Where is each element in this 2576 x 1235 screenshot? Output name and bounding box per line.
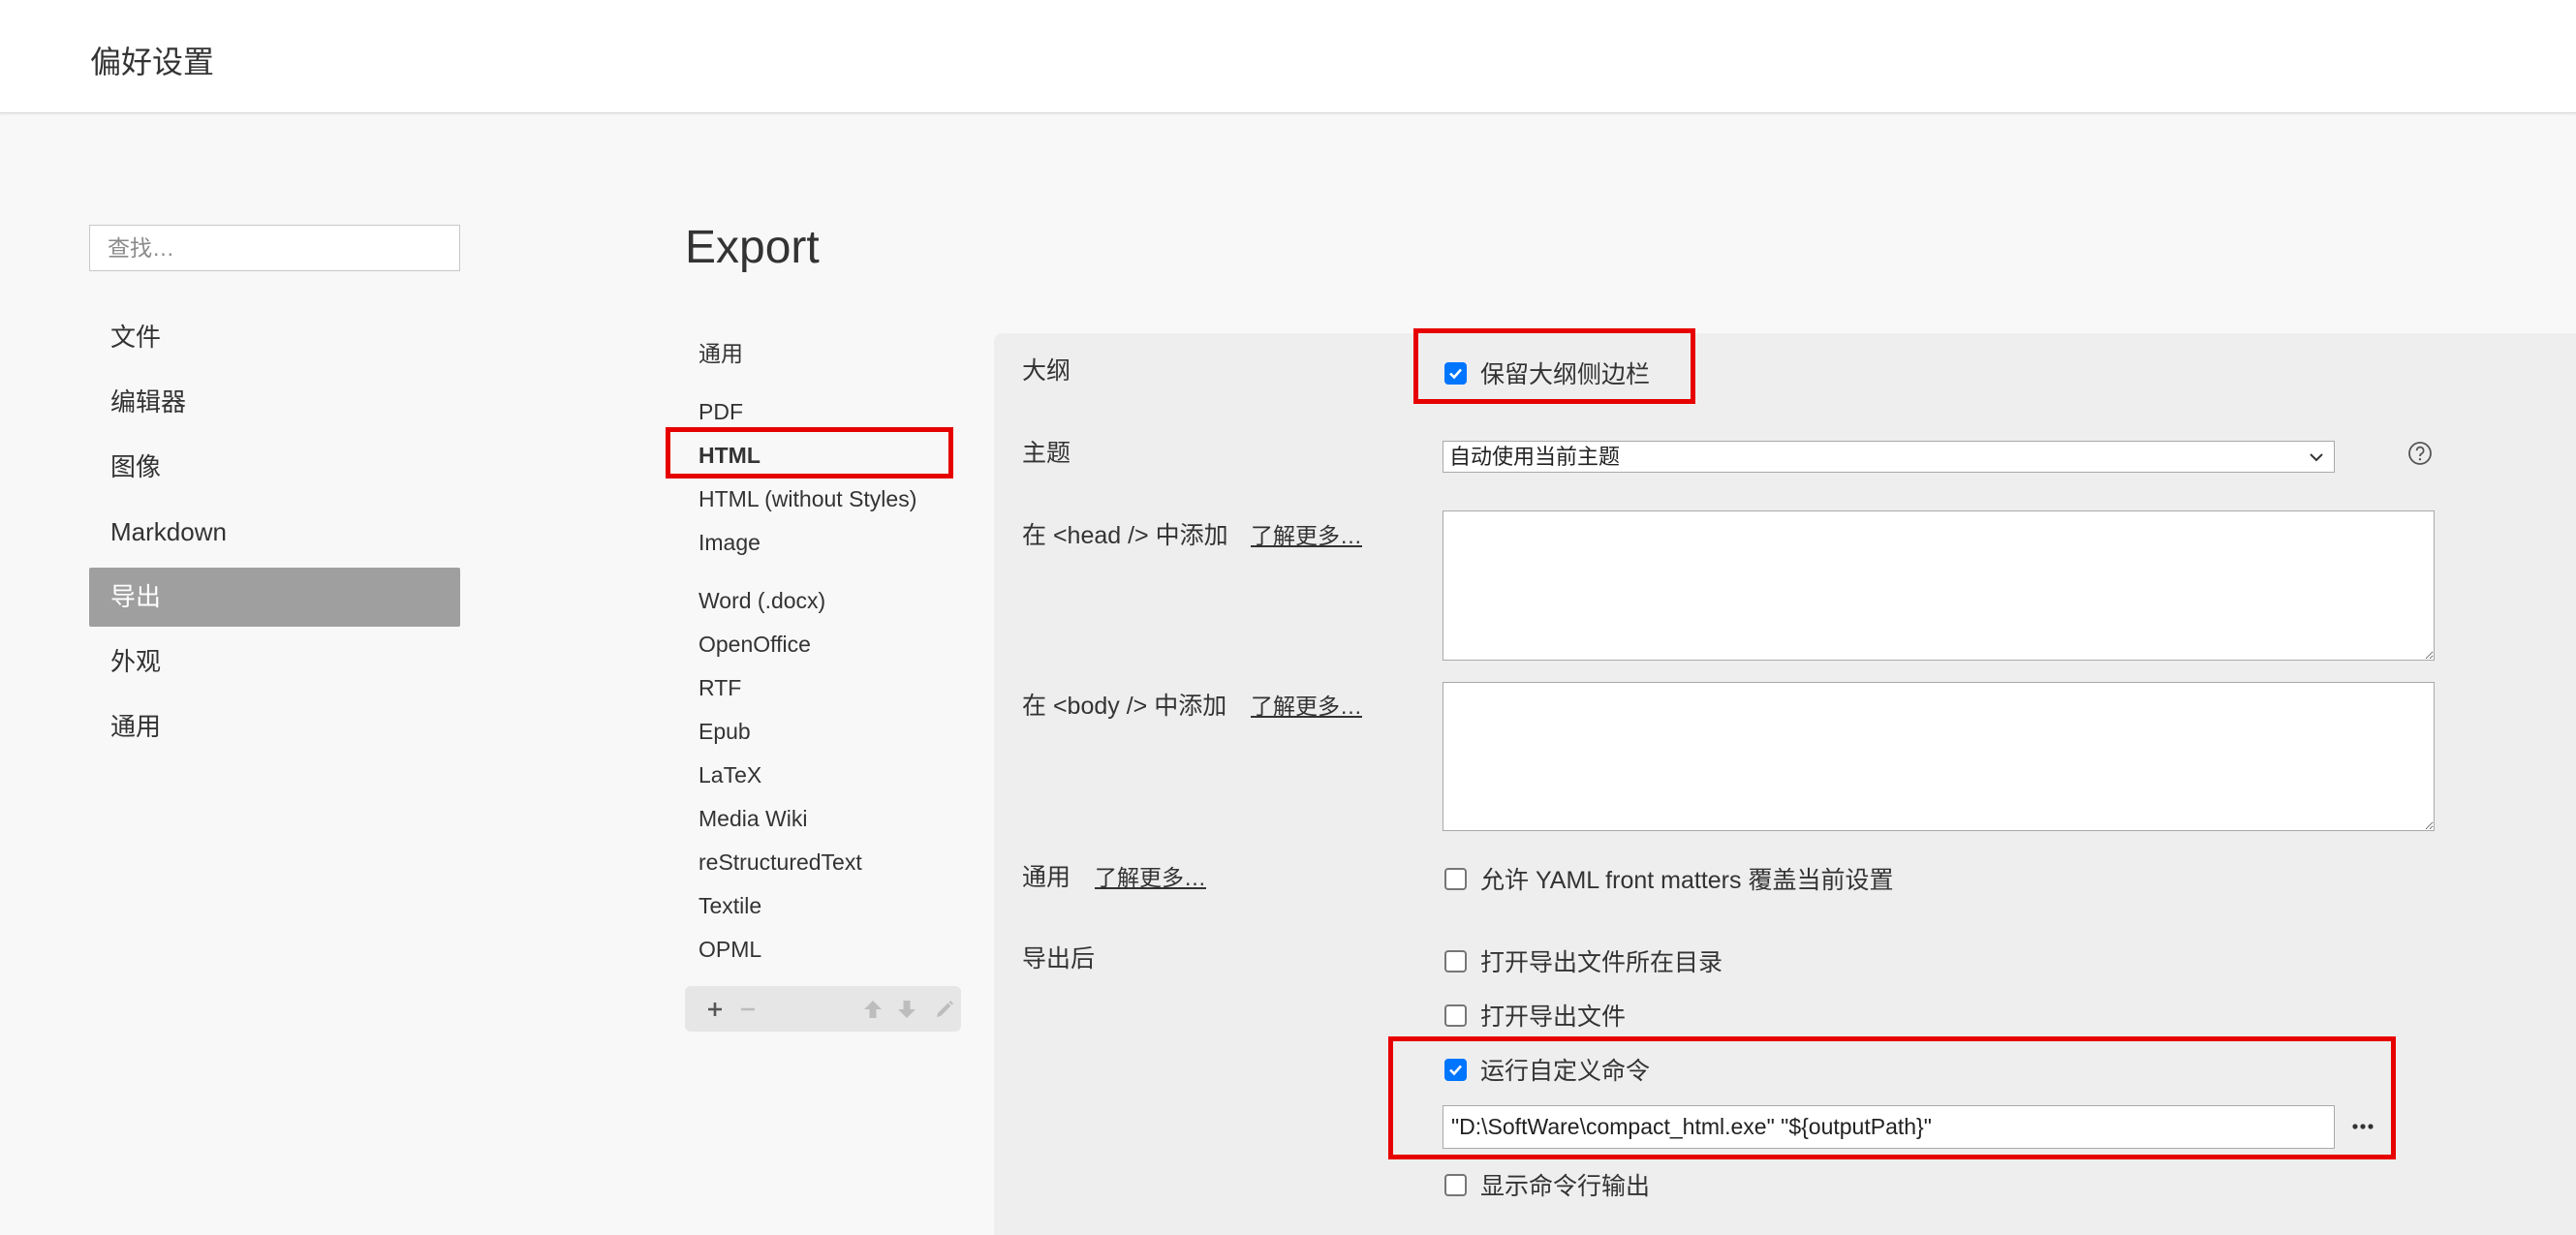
html-export-settings-panel: 大纲 保留大纲侧边栏 主题 自动使用当前主题 在 <head /> 中添加 了解… [994,328,2576,1235]
more-options-icon [2352,1124,2374,1129]
append-body-learn-more-link[interactable]: 了解更多… [1251,690,1362,723]
format-item-word[interactable]: Word (.docx) [685,579,961,623]
yaml-override-label: 允许 YAML front matters 覆盖当前设置 [1480,867,1894,894]
keep-outline-sidebar-checkbox[interactable] [1444,361,1467,385]
theme-select[interactable]: 自动使用当前主题 [1443,441,2335,473]
help-icon [2408,442,2432,465]
sidebar-item-appearance[interactable]: 外观 [89,633,460,692]
format-item-html-without-styles[interactable]: HTML (without Styles) [685,478,961,521]
format-group: 通用 [685,332,961,376]
run-custom-command-option[interactable]: 运行自定义命令 [1444,1053,1650,1086]
append-head-label: 在 <head /> 中添加 [1022,522,1228,549]
format-item-opml[interactable]: OPML [685,928,961,972]
open-export-file-label: 打开导出文件 [1480,1003,1627,1031]
checkmark-icon [1449,1065,1462,1075]
format-list-toolbar [685,986,961,1032]
command-presets-button[interactable] [2349,1117,2376,1136]
plus-icon [708,1003,722,1016]
preferences-header: 偏好设置 [0,0,2576,113]
sidebar-item-markdown[interactable]: Markdown [89,503,460,562]
section-heading: Export [685,222,820,273]
open-export-folder-checkbox[interactable] [1444,949,1467,973]
page-title: 偏好设置 [90,45,215,79]
general-label: 通用 [1022,864,1071,891]
format-item-general[interactable]: 通用 [685,332,961,376]
open-export-folder-label: 打开导出文件所在目录 [1480,949,1723,976]
sidebar-item-general[interactable]: 通用 [89,697,460,756]
edit-format-button[interactable] [934,999,955,1020]
yaml-override-checkbox[interactable] [1444,867,1467,890]
format-item-html[interactable]: HTML [685,434,961,478]
theme-label: 主题 [1022,440,1071,467]
open-export-file-checkbox[interactable] [1444,1003,1467,1027]
sidebar-item-image[interactable]: 图像 [89,438,460,497]
run-custom-command-label: 运行自定义命令 [1480,1058,1651,1085]
chevron-down-icon [2310,453,2323,462]
keep-outline-sidebar-option[interactable]: 保留大纲侧边栏 [1444,356,1650,389]
outline-label: 大纲 [1022,357,1071,385]
move-down-button[interactable] [896,999,917,1020]
format-group: Word (.docx) OpenOffice RTF Epub LaTeX M… [685,579,961,972]
show-command-output-label: 显示命令行输出 [1480,1173,1651,1200]
show-command-output-checkbox[interactable] [1444,1173,1467,1196]
custom-command-input[interactable] [1443,1105,2335,1149]
sidebar-item-editor[interactable]: 编辑器 [89,373,460,432]
format-item-openoffice[interactable]: OpenOffice [685,623,961,666]
remove-format-button[interactable] [737,999,759,1020]
general-learn-more-link[interactable]: 了解更多… [1095,861,1206,894]
format-item-rtf[interactable]: RTF [685,666,961,710]
keep-outline-sidebar-label: 保留大纲侧边栏 [1480,361,1651,388]
add-format-button[interactable] [704,999,726,1020]
checkmark-icon [1449,368,1462,379]
minus-icon [741,1007,755,1011]
theme-help-button[interactable] [2407,441,2433,466]
show-command-output-option[interactable]: 显示命令行输出 [1444,1168,1650,1201]
format-item-textile[interactable]: Textile [685,884,961,928]
append-head-learn-more-link[interactable]: 了解更多… [1251,519,1362,552]
format-item-latex[interactable]: LaTeX [685,754,961,797]
theme-select-value: 自动使用当前主题 [1449,445,1621,469]
open-export-file-option[interactable]: 打开导出文件 [1444,999,1626,1032]
yaml-override-option[interactable]: 允许 YAML front matters 覆盖当前设置 [1444,862,1893,895]
open-export-folder-option[interactable]: 打开导出文件所在目录 [1444,944,1723,977]
arrow-up-icon [864,1001,882,1018]
format-group: PDF HTML HTML (without Styles) Image [685,390,961,565]
sidebar-item-file[interactable]: 文件 [89,308,460,367]
sidebar-item-export[interactable]: 导出 [89,568,460,627]
after-export-label: 导出后 [1022,945,1096,973]
format-item-pdf[interactable]: PDF [685,390,961,434]
search-input[interactable] [89,225,460,271]
append-head-textarea[interactable] [1443,510,2435,661]
run-custom-command-checkbox[interactable] [1444,1058,1467,1081]
arrow-down-icon [898,1001,916,1018]
sidebar-nav: 文件 编辑器 图像 Markdown 导出 外观 通用 [89,308,460,762]
pencil-icon [937,1001,953,1017]
format-item-media-wiki[interactable]: Media Wiki [685,797,961,841]
format-item-image[interactable]: Image [685,521,961,565]
append-body-textarea[interactable] [1443,682,2435,831]
format-item-epub[interactable]: Epub [685,710,961,754]
move-up-button[interactable] [862,999,884,1020]
append-body-label: 在 <body /> 中添加 [1022,693,1227,720]
export-format-list: 通用 PDF HTML HTML (without Styles) Image … [685,332,961,972]
format-item-restructuredtext[interactable]: reStructuredText [685,841,961,884]
